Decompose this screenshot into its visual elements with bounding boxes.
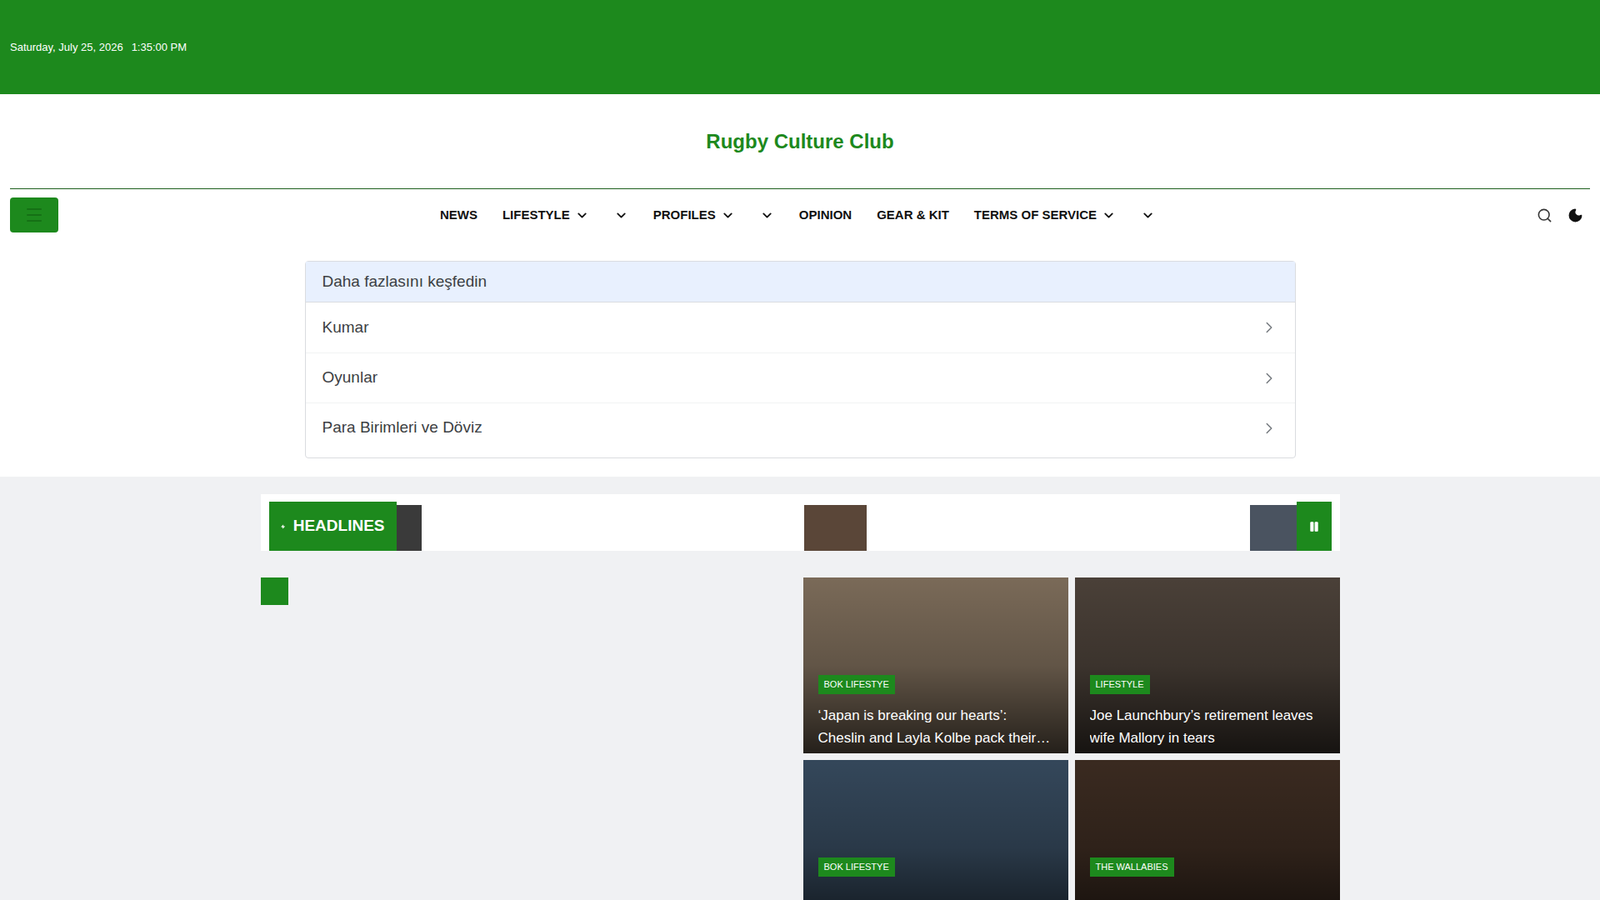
nav-item[interactable] xyxy=(614,208,629,223)
menu-button[interactable] xyxy=(10,197,59,233)
news-card[interactable]: BOK LIFESTYE ‘Japan is breaking our heart… xyxy=(803,577,1069,754)
chevron-down-icon xyxy=(575,208,590,223)
nav-item[interactable]: PROFILES xyxy=(653,205,735,225)
time: 1:35:00 PM xyxy=(131,39,188,56)
header: Rugby Culture Club NEWS LIFESTYLE PROFILES O… xyxy=(0,94,1600,477)
card-badge[interactable]: BOK LIFESTYE xyxy=(818,857,895,877)
nav-item[interactable]: GEAR & KIT xyxy=(876,205,950,225)
top-bar: Saturday, July 25, 2026 1:35:00 PM xyxy=(0,0,1600,95)
explore-title: Daha fazlasını keşfedin xyxy=(305,261,1295,303)
main-nav: NEWS LIFESTYLE PROFILES OPINION GEAR & KIT TE… xyxy=(58,205,1537,225)
hamburger-icon xyxy=(24,205,45,225)
slider-control[interactable] xyxy=(260,577,289,605)
nav-item[interactable]: OPINION xyxy=(799,205,852,225)
ticker xyxy=(396,505,1297,551)
page: Saturday, July 25, 2026 1:35:00 PM Rugby C… xyxy=(0,0,1600,900)
date: Saturday, July 25, 2026 xyxy=(10,39,124,56)
nav-item[interactable] xyxy=(1140,208,1155,223)
news-card[interactable]: THE WALLABIES xyxy=(1075,760,1340,900)
moon-icon[interactable] xyxy=(1567,207,1584,224)
chevron-down-icon xyxy=(614,208,629,223)
card-badge[interactable]: THE WALLABIES xyxy=(1090,857,1175,877)
chevron-down-icon xyxy=(760,208,775,223)
card-badge[interactable]: LIFESTYLE xyxy=(1090,675,1150,695)
chevron-down-icon xyxy=(1101,208,1116,223)
card-grid: BOK LIFESTYE ‘Japan is breaking our heart… xyxy=(803,577,1340,900)
lightning-icon xyxy=(280,518,285,535)
chevron-down-icon xyxy=(720,208,735,223)
chevron-right-icon xyxy=(1260,419,1279,438)
site-title[interactable]: Rugby Culture Club xyxy=(705,126,894,157)
explore-item[interactable]: Oyunlar xyxy=(305,352,1295,403)
nav-bar: NEWS LIFESTYLE PROFILES OPINION GEAR & KIT TE… xyxy=(10,189,1590,241)
headlines-bar: HEADLINES xyxy=(260,494,1340,551)
chevron-right-icon xyxy=(1260,318,1279,337)
headlines-label: HEADLINES xyxy=(269,501,397,551)
ticker-thumbnail[interactable] xyxy=(804,505,867,551)
left-column xyxy=(260,577,790,900)
pause-button[interactable] xyxy=(1296,501,1332,551)
nav-item[interactable] xyxy=(760,208,775,223)
news-card[interactable]: BOK LIFESTYE xyxy=(803,760,1069,900)
news-card[interactable]: LIFESTYLE Joe Launchbury’s retirement lea… xyxy=(1075,577,1340,754)
main-content: BOK LIFESTYE ‘Japan is breaking our heart… xyxy=(260,577,1340,900)
nav-item[interactable]: TERMS OF SERVICE xyxy=(974,205,1116,225)
pause-icon xyxy=(1308,520,1320,533)
ticker-thumbnail[interactable] xyxy=(1250,505,1297,551)
card-title[interactable]: ‘Japan is breaking our hearts’: Cheslin … xyxy=(818,704,1054,750)
chevron-right-icon xyxy=(1260,369,1279,388)
explore-item[interactable]: Para Birimleri ve Döviz xyxy=(305,402,1295,453)
card-title[interactable]: Joe Launchbury’s retirement leaves wife … xyxy=(1090,704,1325,750)
search-icon[interactable] xyxy=(1536,207,1553,224)
explore-item[interactable]: Kumar xyxy=(305,302,1295,353)
nav-item[interactable]: NEWS xyxy=(440,205,478,225)
explore-box: Daha fazlasını keşfedinKumarOyunlarPara … xyxy=(305,260,1296,459)
site-title-area: Rugby Culture Club xyxy=(10,94,1590,190)
card-badge[interactable]: BOK LIFESTYE xyxy=(818,675,895,695)
nav-item[interactable]: LIFESTYLE xyxy=(502,205,590,225)
chevron-down-icon xyxy=(1140,208,1155,223)
ticker-thumbnail[interactable] xyxy=(396,505,422,551)
